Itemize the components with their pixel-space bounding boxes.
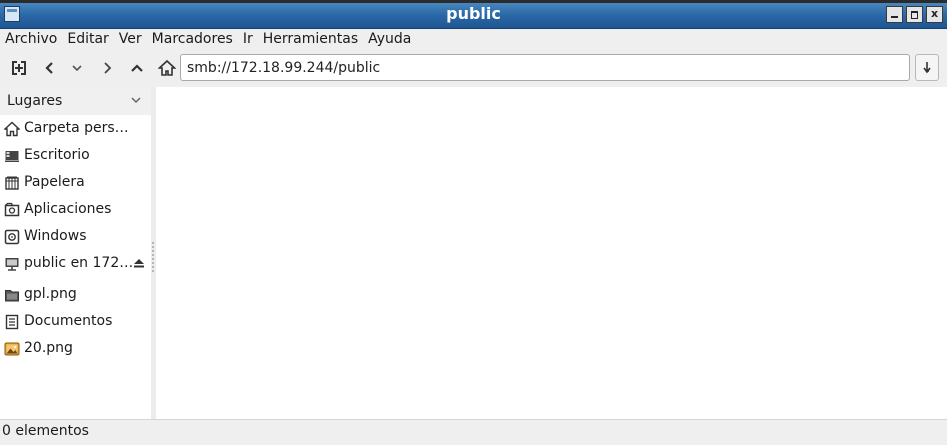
chevron-down-icon xyxy=(131,97,141,104)
sidebar-item-label: gpl.png xyxy=(24,286,77,302)
drive-icon xyxy=(4,229,20,245)
back-icon xyxy=(45,62,53,74)
sidebar: Lugares Carpeta pers… Escritorio Papeler… xyxy=(0,87,151,419)
go-arrow-icon xyxy=(923,61,931,73)
image-icon xyxy=(4,342,20,356)
sidebar-item-applications[interactable]: Aplicaciones xyxy=(0,198,151,222)
applications-icon xyxy=(4,202,20,217)
menu-ir[interactable]: Ir xyxy=(239,29,257,49)
down-chevron-icon xyxy=(72,65,82,72)
up-icon xyxy=(131,64,143,72)
sidebar-item-windows[interactable]: Windows xyxy=(0,225,151,249)
sidebar-item-label: Windows xyxy=(24,228,87,244)
sidebar-item-label: public en 172… xyxy=(24,255,134,271)
go-button[interactable] xyxy=(915,54,939,81)
sidebar-item-trash[interactable]: Papelera xyxy=(0,171,151,195)
address-input[interactable] xyxy=(180,54,910,81)
menu-ayuda[interactable]: Ayuda xyxy=(364,29,415,49)
sidebar-item-label: Escritorio xyxy=(24,147,90,163)
trash-icon xyxy=(5,176,19,190)
maximize-button[interactable] xyxy=(906,6,923,23)
menu-archivo[interactable]: Archivo xyxy=(1,29,61,49)
sidebar-item-label: Aplicaciones xyxy=(24,201,112,217)
new-tab-button[interactable] xyxy=(6,55,32,81)
home-button[interactable] xyxy=(154,55,180,81)
new-tab-icon xyxy=(12,61,26,75)
forward-icon xyxy=(104,62,112,74)
history-dropdown-button[interactable] xyxy=(64,55,90,81)
menu-herramientas[interactable]: Herramientas xyxy=(259,29,362,49)
title-bar[interactable]: public xyxy=(0,0,947,29)
splitter-grip[interactable] xyxy=(152,242,154,272)
menu-ver[interactable]: Ver xyxy=(115,29,146,49)
home-icon xyxy=(158,59,176,76)
up-button[interactable] xyxy=(124,55,150,81)
back-button[interactable] xyxy=(37,55,63,81)
sidebar-item-label: Papelera xyxy=(24,174,85,190)
desktop-icon xyxy=(5,151,19,162)
sidebar-item-label: Carpeta pers… xyxy=(24,120,129,136)
folder-icon xyxy=(5,290,19,302)
sidebar-item-label: 20.png xyxy=(24,340,73,356)
eject-icon[interactable] xyxy=(133,257,145,269)
sidebar-header[interactable]: Lugares xyxy=(0,87,151,115)
sidebar-item-20-png[interactable]: 20.png xyxy=(0,337,151,361)
menu-editar[interactable]: Editar xyxy=(63,29,112,49)
sidebar-item-desktop[interactable]: Escritorio xyxy=(0,144,151,168)
status-bar: 0 elementos xyxy=(0,419,947,445)
sidebar-item-label: Documentos xyxy=(24,313,113,329)
menu-bar: Archivo Editar Ver Marcadores Ir Herrami… xyxy=(0,28,947,50)
status-text: 0 elementos xyxy=(2,423,89,439)
sidebar-header-label: Lugares xyxy=(7,93,63,109)
sidebar-item-home[interactable]: Carpeta pers… xyxy=(0,117,151,141)
sidebar-item-public-share[interactable]: public en 172… xyxy=(0,252,151,276)
forward-button[interactable] xyxy=(94,55,120,81)
minimize-button[interactable] xyxy=(886,6,903,23)
sidebar-item-documents[interactable]: Documentos xyxy=(0,310,151,334)
menu-marcadores[interactable]: Marcadores xyxy=(148,29,237,49)
file-view[interactable] xyxy=(156,87,947,419)
network-drive-icon xyxy=(5,258,19,271)
sidebar-item-gpl-png[interactable]: gpl.png xyxy=(0,283,151,307)
document-icon xyxy=(5,314,19,330)
home-icon xyxy=(4,121,20,137)
window-title: public xyxy=(446,4,501,23)
close-button[interactable] xyxy=(926,6,943,23)
